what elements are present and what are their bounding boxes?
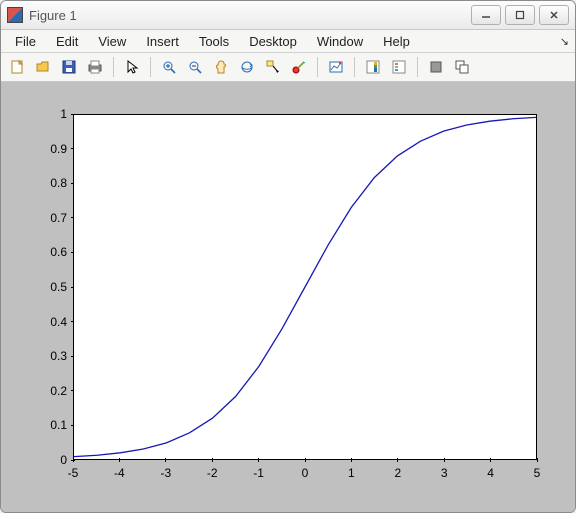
- x-tick-label: 4: [487, 466, 494, 480]
- toolbar-separator: [354, 57, 355, 77]
- print-icon[interactable]: [83, 55, 107, 79]
- x-axis: -5-4-3-2-1012345: [73, 462, 537, 494]
- matlab-icon: [7, 7, 23, 23]
- show-plot-tools-icon[interactable]: [450, 55, 474, 79]
- rotate3d-icon[interactable]: [235, 55, 259, 79]
- toolbar: [1, 53, 575, 82]
- close-button[interactable]: [539, 5, 569, 25]
- new-figure-icon[interactable]: [5, 55, 29, 79]
- y-axis: 00.10.20.30.40.50.60.70.80.91: [15, 114, 71, 460]
- zoom-out-icon[interactable]: [183, 55, 207, 79]
- plot-container: 0 0.1 0.2 0.3 0.4 0.5 0.6 0.7 0.8 0.9 1 -5 -4 -3 -2 -1…: [15, 100, 551, 494]
- save-icon[interactable]: [57, 55, 81, 79]
- x-tick-label: -4: [114, 466, 125, 480]
- window-controls: [471, 5, 569, 25]
- x-tick-label: 2: [394, 466, 401, 480]
- menu-insert[interactable]: Insert: [136, 32, 189, 51]
- maximize-button[interactable]: [505, 5, 535, 25]
- y-tick-label: 0.9: [19, 142, 67, 156]
- brush-icon[interactable]: [287, 55, 311, 79]
- y-tick-label: 1: [19, 107, 67, 121]
- menu-file[interactable]: File: [5, 32, 46, 51]
- x-tick-label: -3: [160, 466, 171, 480]
- y-tick-label: 0: [19, 453, 67, 467]
- open-icon[interactable]: [31, 55, 55, 79]
- pan-icon[interactable]: [209, 55, 233, 79]
- y-tick-label: 0.8: [19, 176, 67, 190]
- menu-help[interactable]: Help: [373, 32, 420, 51]
- y-tick-label: 0.7: [19, 211, 67, 225]
- pointer-icon[interactable]: [120, 55, 144, 79]
- y-tick-label: 0.1: [19, 418, 67, 432]
- menu-bar: File Edit View Insert Tools Desktop Wind…: [1, 30, 575, 53]
- x-tick-label: 3: [441, 466, 448, 480]
- x-tick-label: -5: [68, 466, 79, 480]
- toolbar-separator: [150, 57, 151, 77]
- window-title: Figure 1: [29, 8, 471, 23]
- minimize-button[interactable]: [471, 5, 501, 25]
- link-plot-icon[interactable]: [324, 55, 348, 79]
- line-series: [74, 115, 536, 459]
- toolbar-separator: [317, 57, 318, 77]
- title-bar: Figure 1: [1, 1, 575, 30]
- dock-arrow-icon[interactable]: ↘: [560, 35, 569, 48]
- y-tick-label: 0.2: [19, 384, 67, 398]
- y-tick-label: 0.3: [19, 349, 67, 363]
- y-tick-label: 0.5: [19, 280, 67, 294]
- menu-tools[interactable]: Tools: [189, 32, 239, 51]
- legend-icon[interactable]: [387, 55, 411, 79]
- x-tick-label: 5: [534, 466, 541, 480]
- toolbar-separator: [113, 57, 114, 77]
- plot-axes[interactable]: [73, 114, 537, 460]
- zoom-in-icon[interactable]: [157, 55, 181, 79]
- figure-window: Figure 1 File Edit View Insert Tools Des…: [0, 0, 576, 513]
- y-tick-label: 0.4: [19, 315, 67, 329]
- hide-plot-tools-icon[interactable]: [424, 55, 448, 79]
- menu-desktop[interactable]: Desktop: [239, 32, 307, 51]
- menu-view[interactable]: View: [88, 32, 136, 51]
- x-tick-label: -2: [207, 466, 218, 480]
- menu-edit[interactable]: Edit: [46, 32, 88, 51]
- x-tick-label: 1: [348, 466, 355, 480]
- colorbar-icon[interactable]: [361, 55, 385, 79]
- toolbar-separator: [417, 57, 418, 77]
- figure-area: 0 0.1 0.2 0.3 0.4 0.5 0.6 0.7 0.8 0.9 1 -5 -4 -3 -2 -1…: [1, 82, 575, 512]
- x-tick-label: -1: [253, 466, 264, 480]
- menu-window[interactable]: Window: [307, 32, 373, 51]
- data-cursor-icon[interactable]: [261, 55, 285, 79]
- x-tick-label: 0: [302, 466, 309, 480]
- y-tick-label: 0.6: [19, 245, 67, 259]
